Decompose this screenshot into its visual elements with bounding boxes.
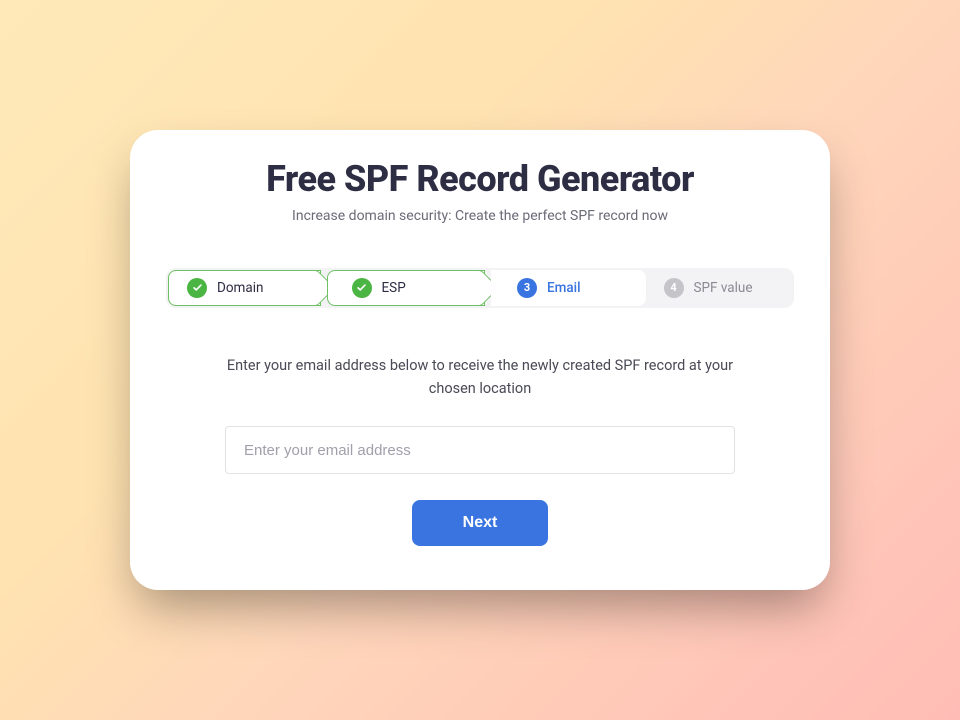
- email-input[interactable]: [225, 426, 735, 474]
- step-label: Email: [547, 280, 581, 296]
- step-domain[interactable]: Domain: [168, 270, 321, 306]
- step-label: ESP: [382, 280, 406, 296]
- step-esp[interactable]: ESP: [327, 270, 486, 306]
- page-title: Free SPF Record Generator: [166, 158, 794, 200]
- step-content: Enter your email address below to receiv…: [166, 354, 794, 546]
- check-icon: [352, 278, 372, 298]
- step-label: SPF value: [694, 280, 753, 296]
- page-subtitle: Increase domain security: Create the per…: [166, 208, 794, 224]
- step-number-icon: 4: [664, 278, 684, 298]
- step-email[interactable]: 3 Email: [491, 270, 646, 306]
- instruction-text: Enter your email address below to receiv…: [220, 354, 740, 400]
- check-icon: [187, 278, 207, 298]
- generator-card: Free SPF Record Generator Increase domai…: [130, 130, 830, 590]
- wizard-stepper: Domain ESP 3 Email 4 SPF value: [166, 268, 794, 308]
- next-button[interactable]: Next: [412, 500, 548, 546]
- step-label: Domain: [217, 280, 263, 296]
- step-number-icon: 3: [517, 278, 537, 298]
- step-spf-value[interactable]: 4 SPF value: [646, 270, 793, 306]
